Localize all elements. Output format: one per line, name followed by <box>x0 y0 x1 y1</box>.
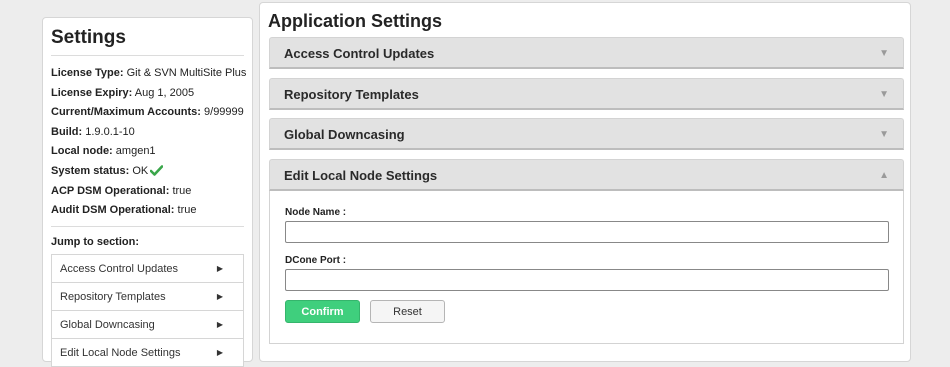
info-audit-dsm: Audit DSM Operational: true <box>51 201 244 221</box>
accordion-label: Edit Local Node Settings <box>284 168 438 183</box>
info-key: Local node: <box>51 145 113 158</box>
accordion-access-control-updates[interactable]: Access Control Updates ▼ <box>269 37 904 69</box>
jump-item-edit-local-node-settings[interactable]: Edit Local Node Settings ▶ <box>52 338 243 367</box>
info-value: amgen1 <box>115 145 156 158</box>
accordion-label: Repository Templates <box>284 87 419 102</box>
chevron-up-icon: ▲ <box>879 170 889 181</box>
info-key: Current/Maximum Accounts: <box>51 106 201 119</box>
info-build: Build: 1.9.0.1-10 <box>51 123 244 143</box>
info-value: Aug 1, 2005 <box>134 86 195 99</box>
node-name-input[interactable] <box>285 221 889 243</box>
sidebar-title: Settings <box>51 18 244 56</box>
page-title: Application Settings <box>268 11 443 31</box>
info-value: Git & SVN MultiSite Plus <box>126 67 247 79</box>
info-key: System status: <box>51 164 130 177</box>
info-key: ACP DSM Operational: <box>51 184 170 197</box>
triangle-right-icon: ▶ <box>216 319 223 329</box>
jump-item-global-downcasing[interactable]: Global Downcasing ▶ <box>52 310 243 339</box>
check-icon <box>149 164 164 184</box>
chevron-down-icon: ▼ <box>879 129 889 140</box>
info-license-type: License Type: Git & SVN MultiSite Plus <box>51 64 247 84</box>
jump-item-repository-templates[interactable]: Repository Templates ▶ <box>52 282 243 311</box>
info-local-node: Local node: amgen1 <box>51 142 244 162</box>
info-license-expiry: License Expiry: Aug 1, 2005 <box>51 84 244 104</box>
chevron-down-icon: ▼ <box>879 48 889 59</box>
info-key: Audit DSM Operational: <box>51 204 175 217</box>
info-system-status: System status: OK <box>51 162 244 182</box>
info-value: 9/99999 <box>204 106 244 119</box>
jump-item-access-control-updates[interactable]: Access Control Updates ▶ <box>52 254 243 283</box>
triangle-right-icon: ▶ <box>216 347 223 357</box>
jump-to-section-label: Jump to section: <box>51 235 140 248</box>
reset-button[interactable]: Reset <box>370 300 445 323</box>
accordion-repository-templates[interactable]: Repository Templates ▼ <box>269 78 904 110</box>
jump-item-label: Edit Local Node Settings <box>60 346 181 359</box>
node-name-label: Node Name : <box>285 207 347 218</box>
dcone-port-input[interactable] <box>285 269 889 291</box>
application-settings-panel: Application Settings Access Control Upda… <box>259 2 911 362</box>
info-value: true <box>177 204 197 217</box>
info-accounts: Current/Maximum Accounts: 9/99999 <box>51 103 244 123</box>
accordion-global-downcasing[interactable]: Global Downcasing ▼ <box>269 118 904 150</box>
jump-item-label: Global Downcasing <box>60 318 155 331</box>
triangle-right-icon: ▶ <box>216 263 223 273</box>
info-value: true <box>172 184 192 197</box>
jump-list: Access Control Updates ▶ Repository Templ… <box>51 253 244 367</box>
info-key: License Expiry: <box>51 86 133 99</box>
chevron-down-icon: ▼ <box>879 89 889 100</box>
triangle-right-icon: ▶ <box>216 291 223 301</box>
info-key: License Type: <box>51 67 124 79</box>
info-value: OK <box>132 164 149 177</box>
info-key: Build: <box>51 125 83 138</box>
accordion-label: Global Downcasing <box>284 127 405 142</box>
settings-sidebar: Settings License Type: Git & SVN MultiSi… <box>42 17 253 367</box>
edit-local-node-form: Node Name : DCone Port : Confirm Reset <box>269 191 904 344</box>
info-acp-dsm: ACP DSM Operational: true <box>51 182 244 202</box>
accordion-label: Access Control Updates <box>284 46 435 61</box>
dcone-port-label: DCone Port : <box>285 255 347 266</box>
confirm-button[interactable]: Confirm <box>285 300 360 323</box>
jump-item-label: Access Control Updates <box>60 262 178 275</box>
accordion-edit-local-node-settings[interactable]: Edit Local Node Settings ▲ <box>269 159 904 191</box>
jump-item-label: Repository Templates <box>60 290 166 303</box>
license-info: License Type: Git & SVN MultiSite Plus L… <box>51 56 247 221</box>
info-value: 1.9.0.1-10 <box>85 125 135 138</box>
